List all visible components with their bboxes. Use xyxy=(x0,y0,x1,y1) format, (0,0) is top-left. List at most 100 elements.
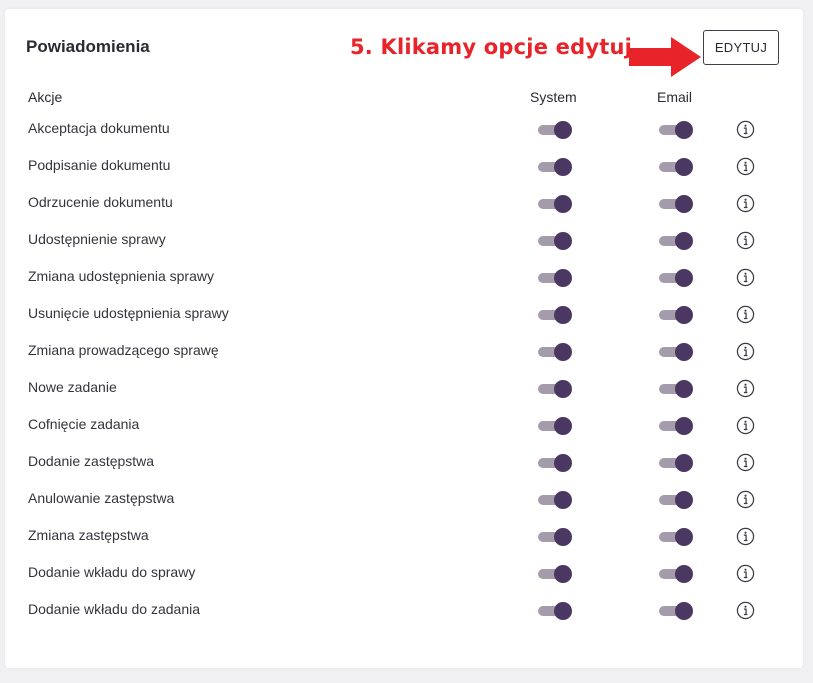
system-toggle[interactable] xyxy=(538,454,572,472)
table-row: Usunięcie udostępnienia sprawy xyxy=(5,300,803,337)
email-toggle[interactable] xyxy=(659,269,693,287)
toggle-knob xyxy=(554,528,572,546)
email-toggle[interactable] xyxy=(659,602,693,620)
info-icon[interactable] xyxy=(736,416,755,435)
info-icon[interactable] xyxy=(736,157,755,176)
row-label: Anulowanie zastępstwa xyxy=(28,490,175,506)
toggle-knob xyxy=(675,306,693,324)
toggle-knob xyxy=(675,121,693,139)
table-row: Podpisanie dokumentu xyxy=(5,152,803,189)
toggle-knob xyxy=(675,528,693,546)
toggle-knob xyxy=(675,491,693,509)
row-label: Zmiana zastępstwa xyxy=(28,527,149,543)
email-toggle[interactable] xyxy=(659,306,693,324)
system-toggle[interactable] xyxy=(538,602,572,620)
toggle-knob xyxy=(675,454,693,472)
column-header-actions: Akcje xyxy=(28,89,63,105)
table-row: Dodanie wkładu do zadania xyxy=(5,596,803,633)
system-toggle[interactable] xyxy=(538,232,572,250)
table-row: Akceptacja dokumentu xyxy=(5,115,803,152)
system-toggle[interactable] xyxy=(538,195,572,213)
toggle-knob xyxy=(675,602,693,620)
toggle-knob xyxy=(675,565,693,583)
row-label: Usunięcie udostępnienia sprawy xyxy=(28,305,229,321)
info-icon[interactable] xyxy=(736,194,755,213)
row-label: Nowe zadanie xyxy=(28,379,117,395)
info-icon[interactable] xyxy=(736,564,755,583)
table-row: Zmiana udostępnienia sprawy xyxy=(5,263,803,300)
system-toggle[interactable] xyxy=(538,306,572,324)
row-label: Podpisanie dokumentu xyxy=(28,157,171,173)
row-label: Udostępnienie sprawy xyxy=(28,231,166,247)
email-toggle[interactable] xyxy=(659,491,693,509)
table-row: Zmiana prowadzącego sprawę xyxy=(5,337,803,374)
info-icon[interactable] xyxy=(736,453,755,472)
email-toggle[interactable] xyxy=(659,121,693,139)
toggle-knob xyxy=(554,158,572,176)
system-toggle[interactable] xyxy=(538,121,572,139)
table-row: Dodanie wkładu do sprawy xyxy=(5,559,803,596)
column-header-email: Email xyxy=(657,89,693,105)
row-label: Akceptacja dokumentu xyxy=(28,120,170,136)
info-icon[interactable] xyxy=(736,342,755,361)
info-icon[interactable] xyxy=(736,231,755,250)
email-toggle[interactable] xyxy=(659,232,693,250)
toggle-knob xyxy=(554,417,572,435)
toggle-knob xyxy=(675,343,693,361)
system-toggle[interactable] xyxy=(538,417,572,435)
info-icon[interactable] xyxy=(736,379,755,398)
info-icon[interactable] xyxy=(736,490,755,509)
notification-rows: Akceptacja dokumentu Podpisanie dokumentu… xyxy=(5,115,803,633)
table-row: Dodanie zastępstwa xyxy=(5,448,803,485)
edit-button[interactable]: EDYTUJ xyxy=(703,30,779,65)
table-row: Anulowanie zastępstwa xyxy=(5,485,803,522)
system-toggle[interactable] xyxy=(538,565,572,583)
system-toggle[interactable] xyxy=(538,343,572,361)
email-toggle[interactable] xyxy=(659,528,693,546)
row-label: Zmiana prowadzącego sprawę xyxy=(28,342,219,358)
info-icon[interactable] xyxy=(736,305,755,324)
row-label: Dodanie wkładu do sprawy xyxy=(28,564,196,580)
arrow-right-icon xyxy=(629,37,701,77)
toggle-knob xyxy=(554,269,572,287)
toggle-knob xyxy=(554,565,572,583)
row-label: Odrzucenie dokumentu xyxy=(28,194,173,210)
info-icon[interactable] xyxy=(736,268,755,287)
toggle-knob xyxy=(675,158,693,176)
info-icon[interactable] xyxy=(736,601,755,620)
annotation-text: 5. Klikamy opcje edytuj xyxy=(350,35,632,59)
toggle-knob xyxy=(554,195,572,213)
table-row: Nowe zadanie xyxy=(5,374,803,411)
toggle-knob xyxy=(554,491,572,509)
email-toggle[interactable] xyxy=(659,565,693,583)
row-label: Zmiana udostępnienia sprawy xyxy=(28,268,214,284)
toggle-knob xyxy=(554,454,572,472)
toggle-knob xyxy=(675,195,693,213)
toggle-knob xyxy=(554,380,572,398)
toggle-knob xyxy=(554,232,572,250)
email-toggle[interactable] xyxy=(659,417,693,435)
row-label: Dodanie wkładu do zadania xyxy=(28,601,201,617)
system-toggle[interactable] xyxy=(538,380,572,398)
system-toggle[interactable] xyxy=(538,491,572,509)
email-toggle[interactable] xyxy=(659,195,693,213)
email-toggle[interactable] xyxy=(659,454,693,472)
table-row: Cofnięcie zadania xyxy=(5,411,803,448)
system-toggle[interactable] xyxy=(538,269,572,287)
table-row: Zmiana zastępstwa xyxy=(5,522,803,559)
column-header-system: System xyxy=(530,89,577,105)
toggle-knob xyxy=(554,602,572,620)
email-toggle[interactable] xyxy=(659,158,693,176)
table-row: Odrzucenie dokumentu xyxy=(5,189,803,226)
table-row: Udostępnienie sprawy xyxy=(5,226,803,263)
toggle-knob xyxy=(554,306,572,324)
toggle-knob xyxy=(554,343,572,361)
system-toggle[interactable] xyxy=(538,158,572,176)
toggle-knob xyxy=(675,269,693,287)
info-icon[interactable] xyxy=(736,527,755,546)
info-icon[interactable] xyxy=(736,120,755,139)
email-toggle[interactable] xyxy=(659,380,693,398)
system-toggle[interactable] xyxy=(538,528,572,546)
toggle-knob xyxy=(675,417,693,435)
email-toggle[interactable] xyxy=(659,343,693,361)
